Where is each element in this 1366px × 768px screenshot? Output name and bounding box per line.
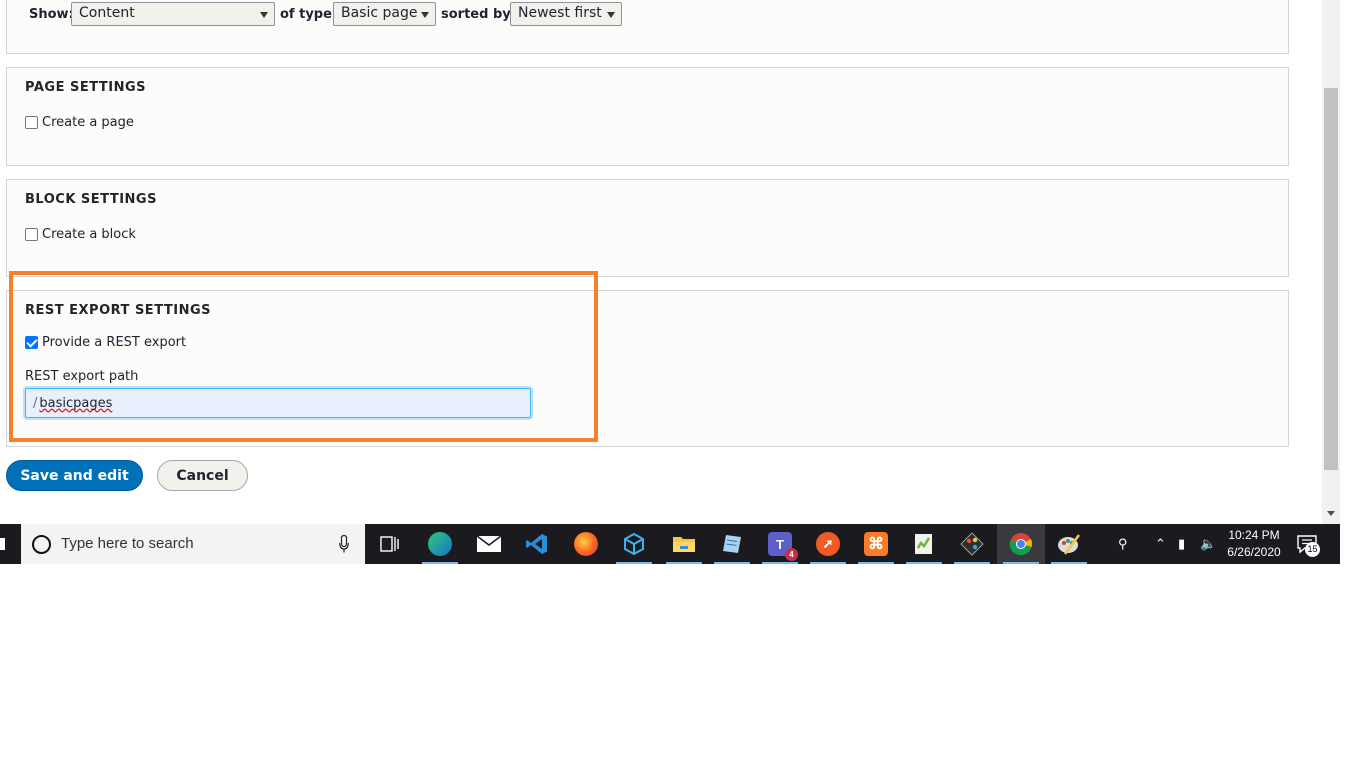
paint-icon[interactable] [1045,524,1093,564]
display-filter-fieldset: Show: Content of type: Basic page sorted… [6,0,1289,54]
clock-date: 6/26/2020 [1227,545,1281,559]
chevron-up-icon[interactable]: ⌃ [1155,536,1166,552]
running-indicator [954,562,990,564]
vscode-icon[interactable] [513,524,561,564]
chrome-icon[interactable] [997,524,1045,564]
type-select-value: Basic page [341,5,418,21]
taskbar-clock[interactable]: 10:24 PM 6/26/2020 [1222,527,1286,561]
battery-icon[interactable]: ▮ [1178,536,1185,552]
running-indicator [1003,562,1039,564]
rest-path-value: basicpages [39,395,113,411]
scroll-down-arrow-icon[interactable] [1327,511,1335,516]
create-page-label: Create a page [42,115,134,130]
save-and-edit-button[interactable]: Save and edit [6,460,143,491]
running-indicator [762,562,798,564]
block-settings-legend: BLOCK SETTINGS [25,192,157,207]
teams-icon[interactable]: T 4 [756,524,804,564]
show-select[interactable]: Content [71,2,275,26]
rest-path-input[interactable]: / basicpages [25,388,531,418]
microphone-icon[interactable] [339,535,349,553]
create-block-checkbox[interactable] [25,228,38,241]
task-view-icon[interactable] [366,524,414,564]
firefox-icon[interactable] [562,524,610,564]
rest-export-checkbox-label: Provide a REST export [42,335,187,350]
rest-export-fieldset: REST EXPORT SETTINGS Provide a REST expo… [6,290,1289,447]
cortana-icon [32,535,51,554]
chevron-down-icon [607,12,615,18]
windows-taskbar: Type here to search T 4 ➚ ⌘ ⚲ ⌃ ▮ 🔈 10:2… [0,524,1340,564]
chevron-down-icon [260,12,268,18]
browser-viewport: Show: Content of type: Basic page sorted… [0,0,1340,524]
chevron-down-icon [421,12,429,18]
create-block-option[interactable]: Create a block [25,227,136,242]
sort-select-value: Newest first [518,5,602,21]
rest-export-checkbox[interactable] [25,336,38,349]
running-indicator [1051,562,1087,564]
show-select-value: Content [79,5,135,21]
notification-count-badge: 15 [1305,542,1320,557]
volume-icon[interactable]: 🔈 [1200,536,1216,552]
taskbar-search-placeholder: Type here to search [61,535,194,552]
notepad-plus-icon[interactable] [900,524,948,564]
page-settings-fieldset: PAGE SETTINGS Create a page [6,67,1289,166]
create-block-label: Create a block [42,227,136,242]
type-label: of type: [280,7,338,22]
rest-export-legend: REST EXPORT SETTINGS [25,303,211,318]
file-explorer-icon[interactable] [660,524,708,564]
teams-badge: 4 [785,548,798,561]
edge-icon[interactable] [416,524,464,564]
rest-export-option[interactable]: Provide a REST export [25,335,186,350]
running-indicator [666,562,702,564]
page-settings-legend: PAGE SETTINGS [25,80,146,95]
git-icon[interactable] [948,524,996,564]
sort-label: sorted by: [441,7,516,22]
create-page-checkbox[interactable] [25,116,38,129]
type-select[interactable]: Basic page [333,2,436,26]
postman-icon[interactable]: ➚ [804,524,852,564]
page-scrollbar[interactable] [1322,0,1340,524]
rest-path-prefix: / [33,395,38,411]
mail-icon[interactable] [465,524,513,564]
sort-select[interactable]: Newest first [510,2,622,26]
taskbar-search-box[interactable]: Type here to search [21,524,365,564]
show-label: Show: [29,7,74,22]
running-indicator [422,562,458,564]
running-indicator [810,562,846,564]
rest-path-label: REST export path [25,369,139,384]
xampp-icon[interactable]: ⌘ [852,524,900,564]
running-indicator [906,562,942,564]
running-indicator [714,562,750,564]
notepad-doc-icon[interactable] [708,524,756,564]
start-button[interactable] [0,524,20,564]
clock-time: 10:24 PM [1228,528,1280,542]
3d-viewer-icon[interactable] [610,524,658,564]
scrollbar-thumb[interactable] [1324,88,1338,470]
people-icon[interactable]: ⚲ [1118,536,1128,552]
running-indicator [858,562,894,564]
create-page-option[interactable]: Create a page [25,115,134,130]
cancel-button[interactable]: Cancel [157,460,248,491]
windows-logo-icon [0,538,5,550]
block-settings-fieldset: BLOCK SETTINGS Create a block [6,179,1289,277]
running-indicator [616,562,652,564]
